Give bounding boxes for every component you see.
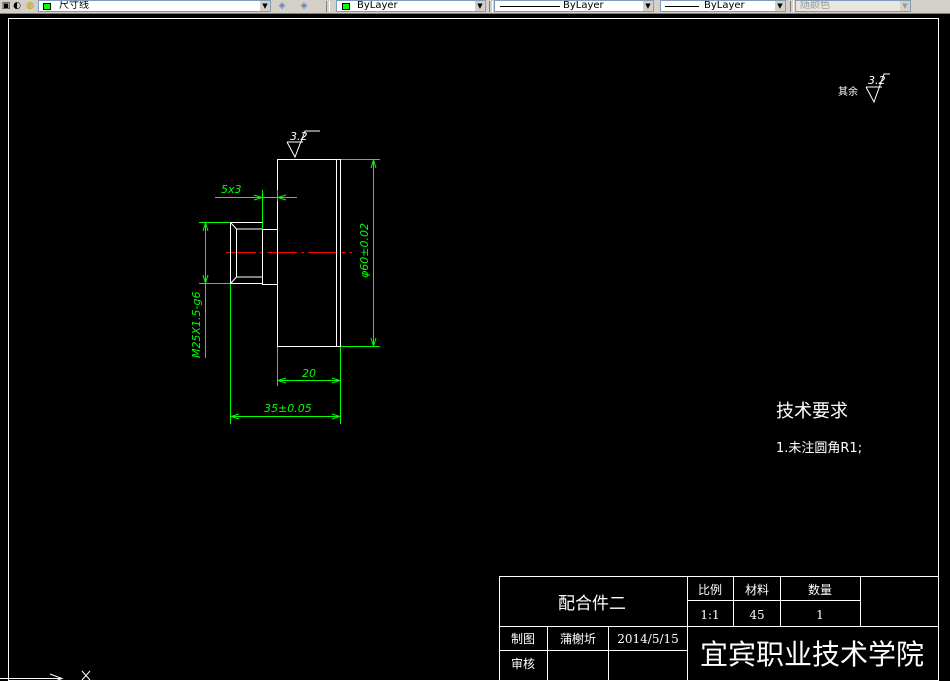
linetype-preview [500,6,560,7]
layer-previous-icon[interactable]: ◈ [298,1,310,12]
chevron-down-icon[interactable]: ▼ [260,1,270,11]
length-35-dimension: 35±0.05 [264,402,312,415]
lineweight-preview [665,6,699,7]
linetype-dropdown[interactable]: ByLayer ▼ [494,0,654,12]
lightbulb-icon[interactable]: ◍ [24,1,36,12]
drawn-label: 制图 [511,632,535,646]
scale-value: 1:1 [700,608,719,622]
material-value: 45 [749,608,764,622]
scale-header: 比例 [698,583,722,597]
default-finish-prefix: 其余 [838,85,858,98]
thread-dimension: M25X1.5-g6 [190,292,203,358]
checked-label: 审核 [511,656,535,671]
layer-dropdown-label: 尺寸线 [59,0,89,11]
chevron-down-icon[interactable]: ▼ [475,1,485,11]
make-layer-current-icon[interactable]: ◈ [276,1,288,12]
material-header: 材料 [745,583,769,597]
surface-finish-value: 3.2 [290,130,308,143]
color-dropdown[interactable]: ByLayer ▼ [336,0,486,12]
plotstyle-dropdown[interactable]: 随颜色 ▼ [795,0,911,12]
properties-toolbar: ▣ ◐ ◍ 尺寸线 ▼ ◈ ◈ ByLayer ▼ ByLayer ▼ ByLa… [0,0,950,14]
default-finish-value: 3.2 [868,74,886,87]
ucs-icon [0,670,91,681]
quantity-value: 1 [816,608,824,622]
chevron-down-icon[interactable]: ▼ [775,1,785,11]
color-swatch [342,3,350,10]
drawn-date: 2014/5/15 [617,632,679,646]
toolbar-separator [489,1,493,12]
layer-dropdown[interactable]: 尺寸线 ▼ [38,0,271,12]
layer-color-swatch [43,3,51,10]
drawing-frame [8,18,939,681]
lineweight-dropdown-label: ByLayer [704,0,745,11]
toolbar-separator [790,1,794,12]
linetype-dropdown-label: ByLayer [563,0,604,11]
chamfer-dimension: 5x3 [221,183,242,196]
drawn-name: 蒲榭圻 [560,631,596,646]
school-name: 宜宾职业技术学院 [700,638,924,671]
chevron-down-icon[interactable]: ▼ [643,1,653,11]
tech-requirement-item: 1.未注圆角R1; [776,441,863,456]
lineweight-dropdown[interactable]: ByLayer ▼ [660,0,786,12]
tech-requirements-title: 技术要求 [776,401,848,422]
plotstyle-dropdown-label: 随颜色 [800,0,830,11]
dimensions [199,158,380,424]
diameter-dimension: φ60±0.02 [358,223,371,278]
part-name: 配合件二 [558,594,626,614]
drawing-canvas[interactable]: 3.2 其余 3.2 5x3 M25X1.5-g6 φ60±0.02 20 35… [0,14,950,681]
layer-lock-icon[interactable]: ◐ [11,1,23,12]
quantity-header: 数量 [808,582,832,597]
toolbar-separator [326,1,330,12]
drawing-svg: 3.2 其余 3.2 5x3 M25X1.5-g6 φ60±0.02 20 35… [0,18,939,681]
chevron-down-icon[interactable]: ▼ [900,1,910,11]
length-20-dimension: 20 [302,367,316,380]
color-dropdown-label: ByLayer [357,0,398,11]
